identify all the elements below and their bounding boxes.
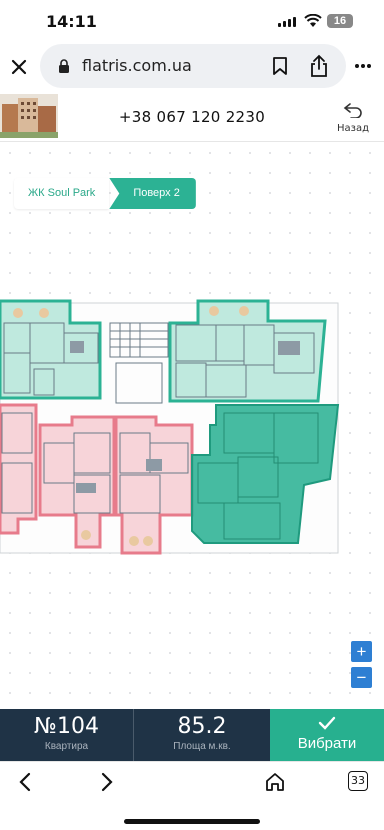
area-caption: Площа м.кв. xyxy=(173,741,231,752)
select-button[interactable]: Вибрати xyxy=(270,709,384,761)
lock-icon xyxy=(59,59,69,73)
more-icon[interactable] xyxy=(354,63,372,69)
select-label: Вибрати xyxy=(297,735,357,752)
wifi-icon xyxy=(304,14,322,27)
tabs-button[interactable]: 33 xyxy=(348,771,368,791)
apartment-number-panel: №104 Квартира xyxy=(0,709,134,761)
clock: 14:11 xyxy=(46,12,97,31)
apartment-number: №104 xyxy=(34,714,99,739)
breadcrumb-complex[interactable]: ЖК Soul Park xyxy=(14,178,110,209)
summary-bar: №104 Квартира 85.2 Площа м.кв. Вибрати xyxy=(0,709,384,761)
check-icon xyxy=(318,716,336,730)
area-panel: 85.2 Площа м.кв. xyxy=(134,709,270,761)
apartment-bottom-left[interactable] xyxy=(0,403,38,535)
battery-icon: 16 xyxy=(327,14,353,28)
zoom-in-button[interactable]: + xyxy=(351,641,372,662)
phone-number[interactable]: +38 067 120 2230 xyxy=(0,108,384,126)
close-icon[interactable] xyxy=(10,58,28,76)
back-button[interactable]: Назад xyxy=(336,102,370,134)
floor-plan-canvas[interactable]: ЖК Soul Park Поверх 2 + − xyxy=(0,143,384,709)
area-value: 85.2 xyxy=(177,714,227,739)
home-indicator xyxy=(124,819,260,824)
browser-url-bar: flatris.com.ua xyxy=(0,44,384,92)
url-text: flatris.com.ua xyxy=(82,56,192,75)
floor-plan xyxy=(0,299,340,555)
breadcrumb: ЖК Soul Park Поверх 2 xyxy=(14,178,196,209)
zoom-out-button[interactable]: − xyxy=(351,667,372,688)
share-icon[interactable] xyxy=(309,54,329,78)
signal-icon xyxy=(278,17,296,27)
bookmark-icon[interactable] xyxy=(272,57,288,76)
status-bar: 14:11 16 xyxy=(0,0,384,44)
breadcrumb-floor[interactable]: Поверх 2 xyxy=(109,178,196,209)
chevron-left-icon[interactable] xyxy=(18,772,32,792)
chevron-right-icon[interactable] xyxy=(100,772,114,792)
site-header: +38 067 120 2230 Назад xyxy=(0,92,384,142)
apartment-caption: Квартира xyxy=(44,741,89,752)
home-icon[interactable] xyxy=(264,771,286,793)
back-arrow-icon xyxy=(343,103,362,119)
